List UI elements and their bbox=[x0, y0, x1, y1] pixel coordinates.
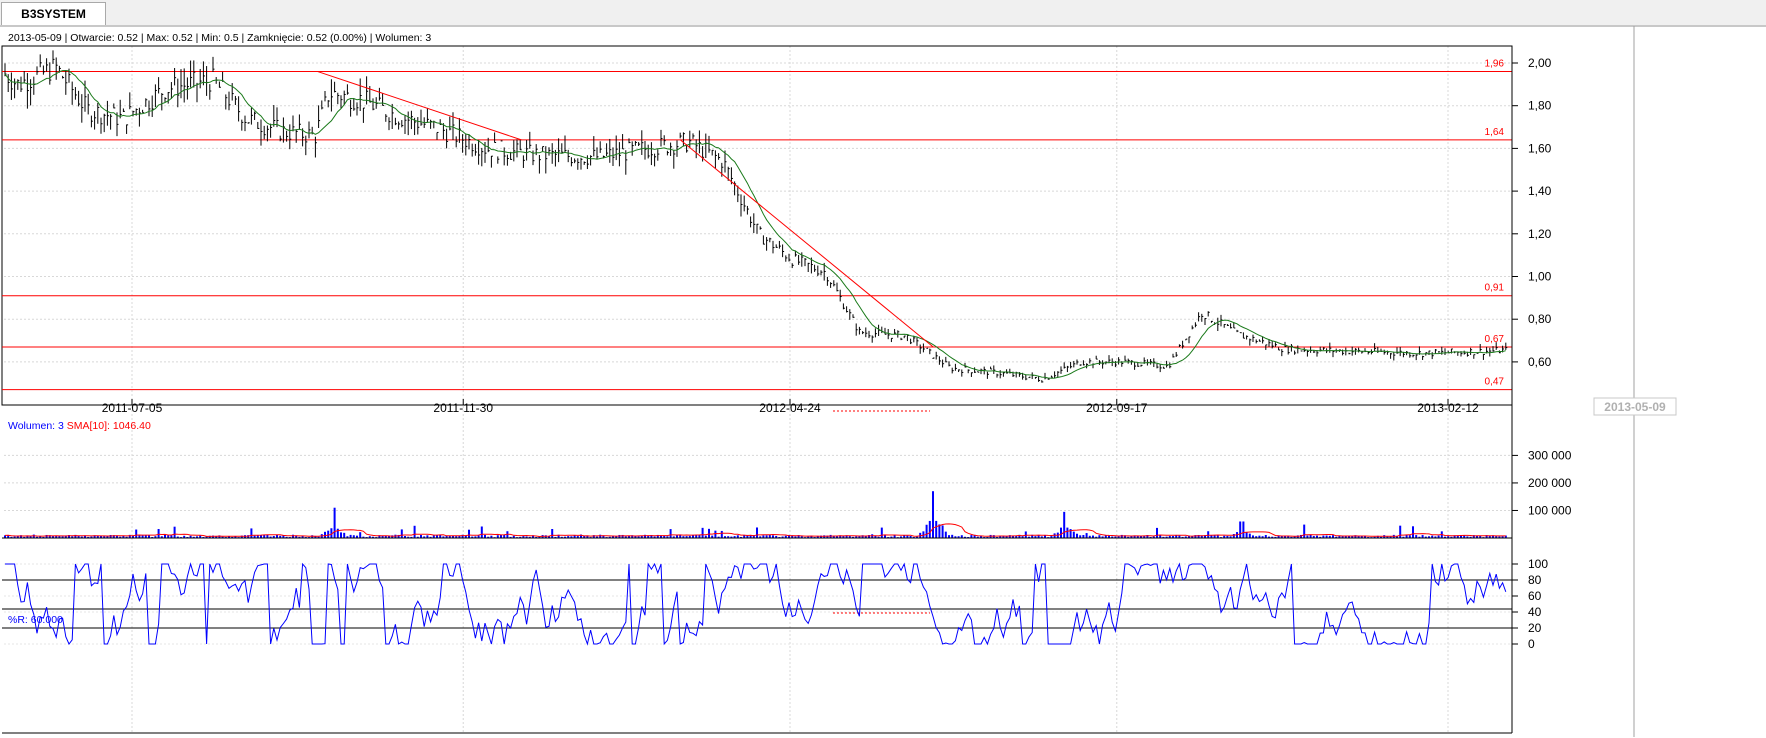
cursor-date-label: 2013-05-09 bbox=[1604, 400, 1666, 414]
volume-y-axis: 300 000 200 000 100 000 bbox=[1512, 448, 1572, 517]
tab-bar: B3SYSTEM bbox=[0, 0, 1766, 26]
price-tick-label: 1,00 bbox=[1528, 270, 1552, 284]
volume-bar bbox=[340, 532, 342, 538]
volume-bars bbox=[2, 491, 1512, 539]
price-tick-label: 1,80 bbox=[1528, 99, 1552, 113]
williams-r-tick-label: 20 bbox=[1528, 621, 1542, 635]
volume-bar bbox=[756, 527, 758, 538]
support-label: 1,64 bbox=[1485, 127, 1505, 138]
volume-bar bbox=[669, 529, 672, 538]
volume-panel: Wolumen: 3 SMA[10]: 1046.40 300 000 200 0… bbox=[2, 420, 1572, 614]
volume-bar bbox=[1072, 531, 1075, 538]
volume-bar bbox=[1412, 526, 1414, 538]
volume-sma-line bbox=[4, 523, 1506, 538]
volume-bar bbox=[157, 529, 160, 538]
trend-line bbox=[680, 139, 934, 348]
williams-r-panel: %R: 60.000 100806040200 bbox=[2, 557, 1548, 734]
price-tick-label: 0,60 bbox=[1528, 355, 1552, 369]
volume-bar bbox=[250, 528, 253, 538]
volume-bar bbox=[928, 520, 931, 538]
williams-r-line bbox=[5, 562, 1507, 646]
williams-r-tick-label: 100 bbox=[1528, 557, 1548, 571]
volume-bar bbox=[1245, 532, 1248, 538]
support-label: 0,47 bbox=[1485, 377, 1505, 388]
volume-bar bbox=[1303, 524, 1306, 538]
volume-bar bbox=[359, 532, 362, 538]
volume-bar bbox=[1060, 527, 1062, 538]
volume-bar bbox=[400, 529, 403, 538]
volume-bar bbox=[701, 527, 704, 538]
volume-bar bbox=[343, 532, 346, 538]
price-tick-label: 1,20 bbox=[1528, 227, 1552, 241]
ohlc-bars bbox=[4, 50, 1508, 383]
volume-bar bbox=[413, 525, 416, 538]
volume-bar bbox=[1207, 531, 1210, 538]
volume-legend: Wolumen: 3 SMA[10]: 1046.40 bbox=[8, 420, 151, 432]
x-axis: 2011-07-05 2011-11-30 2012-04-24 2012-09-17… bbox=[102, 399, 1479, 415]
support-label: 0,67 bbox=[1485, 334, 1505, 345]
williams-r-tick-label: 80 bbox=[1528, 573, 1542, 587]
price-sma-line bbox=[4, 69, 1506, 379]
volume-bar bbox=[880, 527, 883, 538]
volume-bar bbox=[1085, 533, 1088, 538]
price-tick-label: 1,40 bbox=[1528, 184, 1552, 198]
volume-bar bbox=[1156, 527, 1158, 538]
tab-b3system[interactable]: B3SYSTEM bbox=[1, 2, 106, 25]
volume-sma-legend: SMA[10]: 1046.40 bbox=[67, 420, 151, 432]
volume-bar bbox=[1248, 533, 1251, 538]
volume-bar bbox=[720, 530, 723, 538]
volume-bar bbox=[944, 531, 947, 538]
volume-bar bbox=[932, 491, 934, 538]
price-tick-label: 2,00 bbox=[1528, 56, 1552, 70]
volume-bar bbox=[1399, 525, 1402, 538]
volume-bar bbox=[708, 528, 710, 538]
support-label: 1,96 bbox=[1485, 59, 1505, 70]
volume-bar bbox=[468, 529, 470, 538]
volume-bar bbox=[135, 529, 138, 538]
volume-bar bbox=[935, 520, 938, 538]
williams-r-tick-label: 40 bbox=[1528, 605, 1542, 619]
volume-bar bbox=[1242, 521, 1245, 538]
volume-legend-label: Wolumen: 3 bbox=[8, 420, 64, 432]
williams-r-tick-label: 0 bbox=[1528, 637, 1535, 651]
info-line: 2013-05-09 | Otwarcie: 0.52 | Max: 0.52 … bbox=[8, 32, 431, 44]
price-tick-label: 0,80 bbox=[1528, 312, 1552, 326]
price-tick-label: 1,60 bbox=[1528, 141, 1552, 155]
chart-area[interactable]: 2,00 1,80 1,60 1,40 1,20 1,00 0,80 0,60 1,96 1,6… bbox=[0, 26, 1766, 737]
volume-bar bbox=[1063, 511, 1066, 538]
volume-bar bbox=[480, 526, 483, 538]
volume-bar bbox=[1239, 521, 1242, 538]
price-panel: 2,00 1,80 1,60 1,40 1,20 1,00 0,80 0,60 1,96 1,6… bbox=[1, 32, 1552, 406]
volume-tick-label: 200 000 bbox=[1528, 476, 1572, 490]
volume-bar bbox=[714, 530, 717, 538]
volume-bar bbox=[938, 524, 941, 538]
volume-bar bbox=[941, 525, 944, 538]
volume-tick-label: 300 000 bbox=[1528, 448, 1572, 462]
support-label: 0,91 bbox=[1485, 283, 1505, 294]
volume-bar bbox=[1066, 527, 1069, 538]
volume-bar bbox=[551, 529, 554, 538]
volume-bar bbox=[1076, 533, 1078, 538]
williams-r-tick-label: 60 bbox=[1528, 589, 1542, 603]
trend-lines bbox=[317, 71, 934, 348]
volume-bar bbox=[333, 507, 336, 538]
volume-bar bbox=[1024, 531, 1027, 538]
volume-bar bbox=[324, 531, 326, 538]
volume-bar bbox=[173, 526, 176, 538]
price-y-axis: 2,00 1,80 1,60 1,40 1,20 1,00 0,80 0,60 bbox=[1512, 56, 1552, 369]
volume-bar bbox=[327, 530, 330, 538]
williams-r-y-axis: 100 80 60 40 20 0 bbox=[1512, 557, 1548, 651]
volume-tick-label: 100 000 bbox=[1528, 503, 1572, 517]
volume-bar bbox=[925, 524, 928, 538]
